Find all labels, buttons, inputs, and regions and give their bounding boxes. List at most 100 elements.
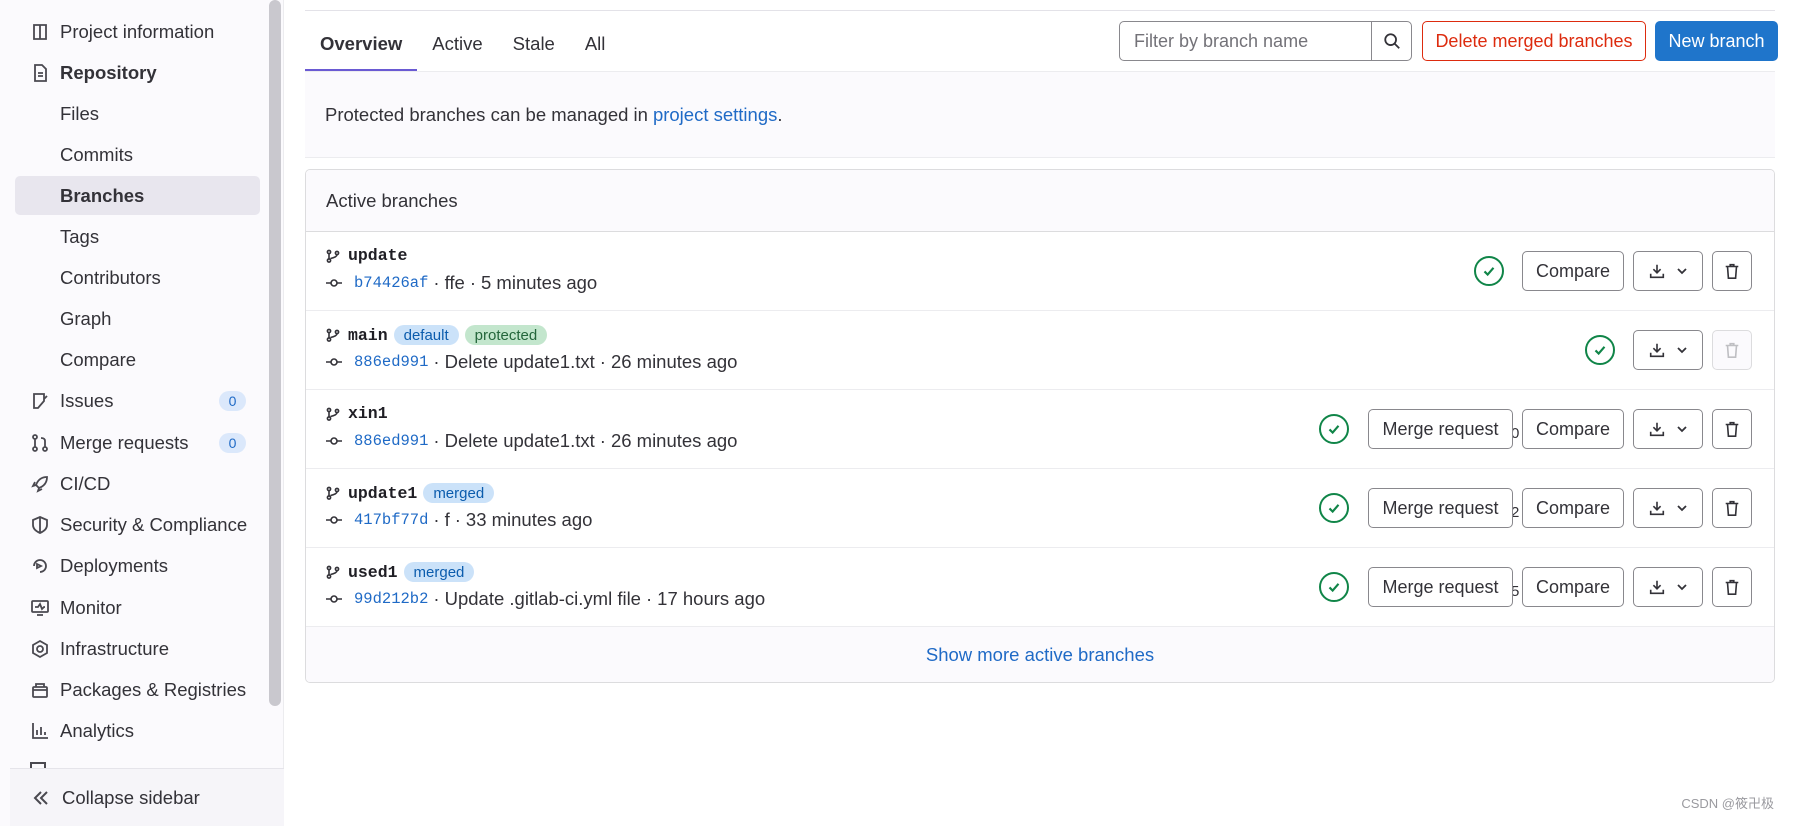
sidebar-item-monitor[interactable]: Monitor (15, 588, 260, 627)
sidebar-item-deployments[interactable]: Deployments (15, 546, 260, 585)
pipeline-passed-icon[interactable] (1319, 414, 1349, 444)
merged-badge: merged (423, 483, 495, 503)
pipeline-passed-icon[interactable] (1585, 335, 1615, 365)
download-dropdown-button[interactable] (1633, 488, 1703, 528)
tab-overview[interactable]: Overview (305, 16, 418, 72)
rocket-icon (29, 473, 51, 495)
delete-branch-button[interactable] (1712, 567, 1752, 607)
sidebar-item-issues[interactable]: Issues 0 (15, 381, 260, 420)
sidebar-item-label: Commits (60, 143, 133, 165)
sidebar-item-label: Monitor (60, 596, 122, 618)
commit-line: 886ed991 · Delete update1.txt · 26 minutes a… (326, 430, 737, 452)
trash-icon (1723, 420, 1741, 438)
branch-tabs: Overview Active Stale All (305, 16, 620, 72)
pipeline-passed-icon[interactable] (1319, 493, 1349, 523)
project-settings-link[interactable]: project settings (653, 104, 777, 126)
commit-time: 5 minutes ago (481, 272, 598, 293)
compare-button[interactable]: Compare (1522, 251, 1624, 291)
branch-row: updateb74426af·ffe·5 minutes ago01Compar… (306, 232, 1774, 311)
commit-sha-link[interactable]: 417bf77d (354, 511, 428, 529)
sidebar-item-contributors[interactable]: Contributors (15, 258, 260, 297)
download-dropdown-button[interactable] (1633, 567, 1703, 607)
branch-name-link[interactable]: xin1 (348, 404, 388, 423)
branch-name-link[interactable]: update1 (348, 484, 417, 503)
branch-name-link[interactable]: main (348, 326, 388, 345)
sidebar-item-label: Analytics (60, 719, 135, 741)
delete-branch-button[interactable] (1712, 409, 1752, 449)
commit-line: 99d212b2 · Update .gitlab-ci.yml file · 17 h… (326, 588, 765, 610)
sidebar-item-security-compliance[interactable]: Security & Compliance (15, 505, 260, 544)
commit-sha-link[interactable]: 886ed991 (354, 353, 428, 371)
sidebar-item-compare[interactable]: Compare (15, 340, 260, 379)
merge-request-button[interactable]: Merge request (1368, 488, 1513, 528)
download-dropdown-button[interactable] (1633, 330, 1703, 370)
shield-icon (29, 514, 51, 536)
separator-dot: · (599, 351, 606, 372)
sidebar-item-repository[interactable]: Repository (15, 53, 260, 92)
branch-name-link[interactable]: used1 (348, 563, 398, 582)
delete-branch-button[interactable] (1712, 488, 1752, 528)
chevron-down-icon (1666, 423, 1688, 435)
pipeline-passed-icon[interactable] (1474, 256, 1504, 286)
branch-icon (326, 407, 340, 421)
compare-button[interactable]: Compare (1522, 488, 1624, 528)
sidebar-item-merge-requests[interactable]: Merge requests 0 (15, 423, 260, 462)
collapse-sidebar-button[interactable]: Collapse sidebar (10, 768, 284, 826)
monitor-icon (29, 597, 51, 619)
deployments-icon (29, 555, 51, 577)
merge-request-button[interactable]: Merge request (1368, 409, 1513, 449)
commit-sha-link[interactable]: 886ed991 (354, 432, 428, 450)
sidebar-item-label: Packages & Registries (60, 678, 247, 700)
branch-list: updateb74426af·ffe·5 minutes ago01Compar… (306, 232, 1774, 627)
download-dropdown-button[interactable] (1633, 251, 1703, 291)
new-branch-button[interactable]: New branch (1655, 21, 1778, 61)
branch-filter-input[interactable] (1120, 22, 1371, 60)
tab-all[interactable]: All (570, 16, 621, 72)
merge-request-button[interactable]: Merge request (1368, 567, 1513, 607)
branch-row: used1 merged 99d212b2 · Update .gitlab-ci.ym… (306, 548, 1774, 627)
chevron-down-icon (1666, 502, 1688, 514)
sidebar-item-project-information[interactable]: Project information (15, 12, 260, 51)
sidebar-item-graph[interactable]: Graph (15, 299, 260, 338)
commit-icon (326, 592, 342, 606)
commit-sha-link[interactable]: b74426af (354, 274, 428, 292)
app: Project information Repository Files Commit… (0, 0, 1794, 826)
download-icon (1648, 578, 1666, 596)
sidebar-item-branches[interactable]: Branches (15, 176, 260, 215)
sidebar-item-label: Issues (60, 389, 114, 411)
commit-message: ffe (444, 272, 465, 293)
download-dropdown-button[interactable] (1633, 409, 1703, 449)
branch-filter (1119, 21, 1412, 61)
commit-time: 26 minutes ago (610, 351, 738, 372)
sidebar-item-packages-registries[interactable]: Packages & Registries (15, 670, 260, 709)
delete-merged-branches-button[interactable]: Delete merged branches (1422, 21, 1646, 61)
protected-branches-info: Protected branches can be managed in pro… (305, 72, 1775, 158)
chart-icon (29, 720, 51, 742)
sidebar-item-analytics[interactable]: Analytics (15, 711, 260, 750)
sidebar-item-commits[interactable]: Commits (15, 135, 260, 174)
commit-sha-link[interactable]: 99d212b2 (354, 590, 428, 608)
sidebar-item-tags[interactable]: Tags (15, 217, 260, 256)
tab-stale[interactable]: Stale (498, 16, 570, 72)
delete-branch-button[interactable] (1712, 251, 1752, 291)
compare-button[interactable]: Compare (1522, 409, 1624, 449)
double-chevron-left-icon (30, 787, 52, 809)
search-button[interactable] (1371, 22, 1411, 60)
sidebar-item-files[interactable]: Files (15, 94, 260, 133)
collapse-sidebar-label: Collapse sidebar (62, 786, 200, 808)
sidebar-scrollbar[interactable] (269, 0, 281, 706)
compare-button[interactable]: Compare (1522, 567, 1624, 607)
separator-dot: · (454, 509, 461, 530)
pipeline-passed-icon[interactable] (1319, 572, 1349, 602)
show-more-button[interactable]: Show more active branches (306, 627, 1774, 682)
branch-name-line: used1 merged (326, 562, 475, 582)
sidebar-item-label: CI/CD (60, 472, 111, 494)
tab-active[interactable]: Active (417, 16, 497, 72)
count-badge: 0 (219, 391, 246, 411)
separator-dot: · (645, 588, 653, 609)
sidebar-item-ci-cd[interactable]: CI/CD (15, 464, 260, 503)
branch-name-link[interactable]: update (348, 246, 407, 265)
top-divider (305, 10, 1775, 11)
panel-title: Active branches (306, 170, 1774, 232)
sidebar-item-infrastructure[interactable]: Infrastructure (15, 629, 260, 668)
